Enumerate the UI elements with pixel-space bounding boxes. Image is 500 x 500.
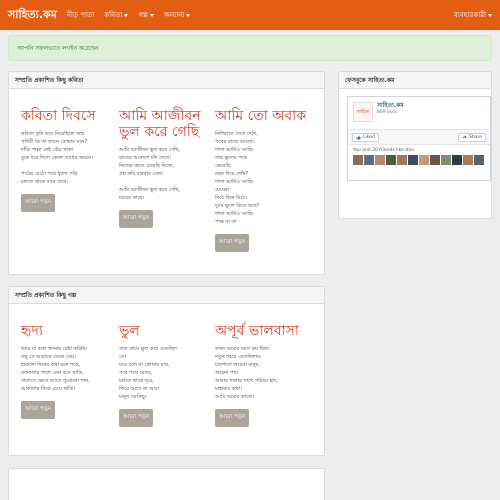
avatar[interactable] <box>353 155 363 165</box>
poem-card: আমি তো অবাক নিশিরাতে দেখে দেখি, পথের মাঝ… <box>215 108 307 252</box>
avatar[interactable] <box>408 155 418 165</box>
page-logo[interactable]: সাহিত্য <box>353 102 373 122</box>
story-title[interactable]: হৃদ্য <box>21 323 113 339</box>
facebook-page-widget: সাহিত্য সাহিত্য.কম 869 likes Liked Share… <box>347 96 491 181</box>
nav-home-label: নীড় পাতা <box>66 11 95 19</box>
avatar[interactable] <box>397 155 407 165</box>
recent-poems-heading: সম্প্রতি প্রকাশিত কিছু কবিতা <box>9 72 324 89</box>
brand-logo[interactable]: সাহিত্য.কম <box>8 6 57 25</box>
facebook-panel-heading: ফেসবুকে সাহিত্য.কম <box>339 72 491 89</box>
fb-share-label: Share <box>469 134 482 140</box>
read-more-button[interactable]: আরো পড়ুন <box>119 409 153 427</box>
chevron-down-icon <box>186 13 191 17</box>
user-menu[interactable]: ব্যবহারকারী <box>454 0 492 30</box>
fb-page-name[interactable]: সাহিত্য.কম <box>377 102 404 110</box>
next-panel <box>8 468 325 500</box>
avatar[interactable] <box>419 155 429 165</box>
story-title[interactable]: ভুল <box>119 323 211 339</box>
story-excerpt: সাত গ্রামে ভুল করে এসেছিল সে। ঘরে বলে না… <box>119 346 177 400</box>
story-card: অপূর্ব ভালবাসা তখন আমার বয়স কম ছিল। নতু… <box>215 323 307 427</box>
fb-share-button[interactable]: Share <box>458 132 486 142</box>
user-menu-label: ব্যবহারকারী <box>453 11 486 19</box>
fb-like-count: 869 likes <box>377 110 398 115</box>
navbar: সাহিত্য.কম নীড় পাতা কবিতা গল্প অন্যান্য… <box>0 0 500 30</box>
poem-card: আমি আজীবন ভুল করে গেছি আমি আজীবন ভুল করে… <box>119 108 211 228</box>
story-card: ভুল সাত গ্রামে ভুল করে এসেছিল সে। ঘরে বল… <box>119 323 211 427</box>
nav-others[interactable]: অন্যান্য <box>164 9 191 21</box>
story-excerpt: হৃদয় যা বলে জানার চেষ্টা করিনি। তবু সে … <box>21 346 90 392</box>
fb-liked-button[interactable]: Liked <box>352 132 379 142</box>
poem-title[interactable]: আমি আজীবন ভুল করে গেছি <box>119 108 211 140</box>
recent-stories-panel: সম্প্রতি প্রকাশিত কিছু গল্প হৃদ্য হৃদয় … <box>8 286 325 456</box>
chevron-down-icon <box>124 13 129 17</box>
avatar[interactable] <box>375 155 385 165</box>
recent-stories-heading: সম্প্রতি প্রকাশিত কিছু গল্প <box>9 287 324 304</box>
story-card: হৃদ্য হৃদয় যা বলে জানার চেষ্টা করিনি। ত… <box>21 323 113 419</box>
poem-excerpt: নিশিরাতে দেখে দেখি, পথের মাঝে আলো। শালা … <box>215 131 260 225</box>
nav-home[interactable]: নীড় পাতা <box>67 9 94 21</box>
story-excerpt: তখন আমার বয়স কম ছিল। নতুন শহরে এসেছিলাম… <box>215 346 278 400</box>
read-more-button[interactable]: আরো পড়ুন <box>21 194 55 212</box>
nav-poems[interactable]: কবিতা <box>104 9 129 21</box>
fb-friends-text: You and 20 friends like this. <box>353 148 415 153</box>
nav-others-label: অন্যান্য <box>163 11 185 19</box>
share-icon <box>462 135 467 139</box>
nav-stories[interactable]: গল্প <box>138 9 154 21</box>
page-logo-text: সাহিত্য <box>356 109 370 115</box>
avatar[interactable] <box>430 155 440 165</box>
avatar[interactable] <box>474 155 484 165</box>
thumbs-up-icon <box>356 135 361 139</box>
nav-stories-label: গল্প <box>138 11 148 19</box>
nav-poems-label: কবিতা <box>104 11 123 19</box>
avatar[interactable] <box>386 155 396 165</box>
fb-friend-avatars <box>348 155 490 165</box>
poem-excerpt: কবিতা তুমি কবে নিয়েছিলে জন্ম পৃথিবী কি … <box>21 131 93 185</box>
read-more-button[interactable]: আরো পড়ুন <box>21 401 55 419</box>
read-more-button[interactable]: আরো পড়ুন <box>119 210 153 228</box>
story-title[interactable]: অপূর্ব ভালবাসা <box>215 323 307 339</box>
login-success-alert: আপনি সফলভাবে লগইন করেছেন <box>8 35 492 61</box>
read-more-button[interactable]: আরো পড়ুন <box>215 234 249 252</box>
avatar[interactable] <box>463 155 473 165</box>
chevron-down-icon <box>149 13 154 17</box>
alert-text: আপনি সফলভাবে লগইন করেছেন <box>17 44 99 52</box>
avatar[interactable] <box>452 155 462 165</box>
recent-poems-panel: সম্প্রতি প্রকাশিত কিছু কবিতা কবিতা দিবসে… <box>8 71 325 275</box>
chevron-down-icon <box>488 13 492 17</box>
poem-card: কবিতা দিবসে কবিতা তুমি কবে নিয়েছিলে জন্… <box>21 108 113 212</box>
facebook-panel: ফেসবুকে সাহিত্য.কম সাহিত্য সাহিত্য.কম 86… <box>338 71 492 219</box>
poem-title[interactable]: কবিতা দিবসে <box>21 108 113 124</box>
poem-excerpt: আমি আজীবন ভুল করে গেছি, রাতের আকাশে চাঁদ… <box>119 147 180 201</box>
poem-title[interactable]: আমি তো অবাক <box>215 108 307 124</box>
avatar[interactable] <box>441 155 451 165</box>
read-more-button[interactable]: আরো পড়ুন <box>215 409 249 427</box>
fb-liked-label: Liked <box>363 134 375 140</box>
avatar[interactable] <box>364 155 374 165</box>
